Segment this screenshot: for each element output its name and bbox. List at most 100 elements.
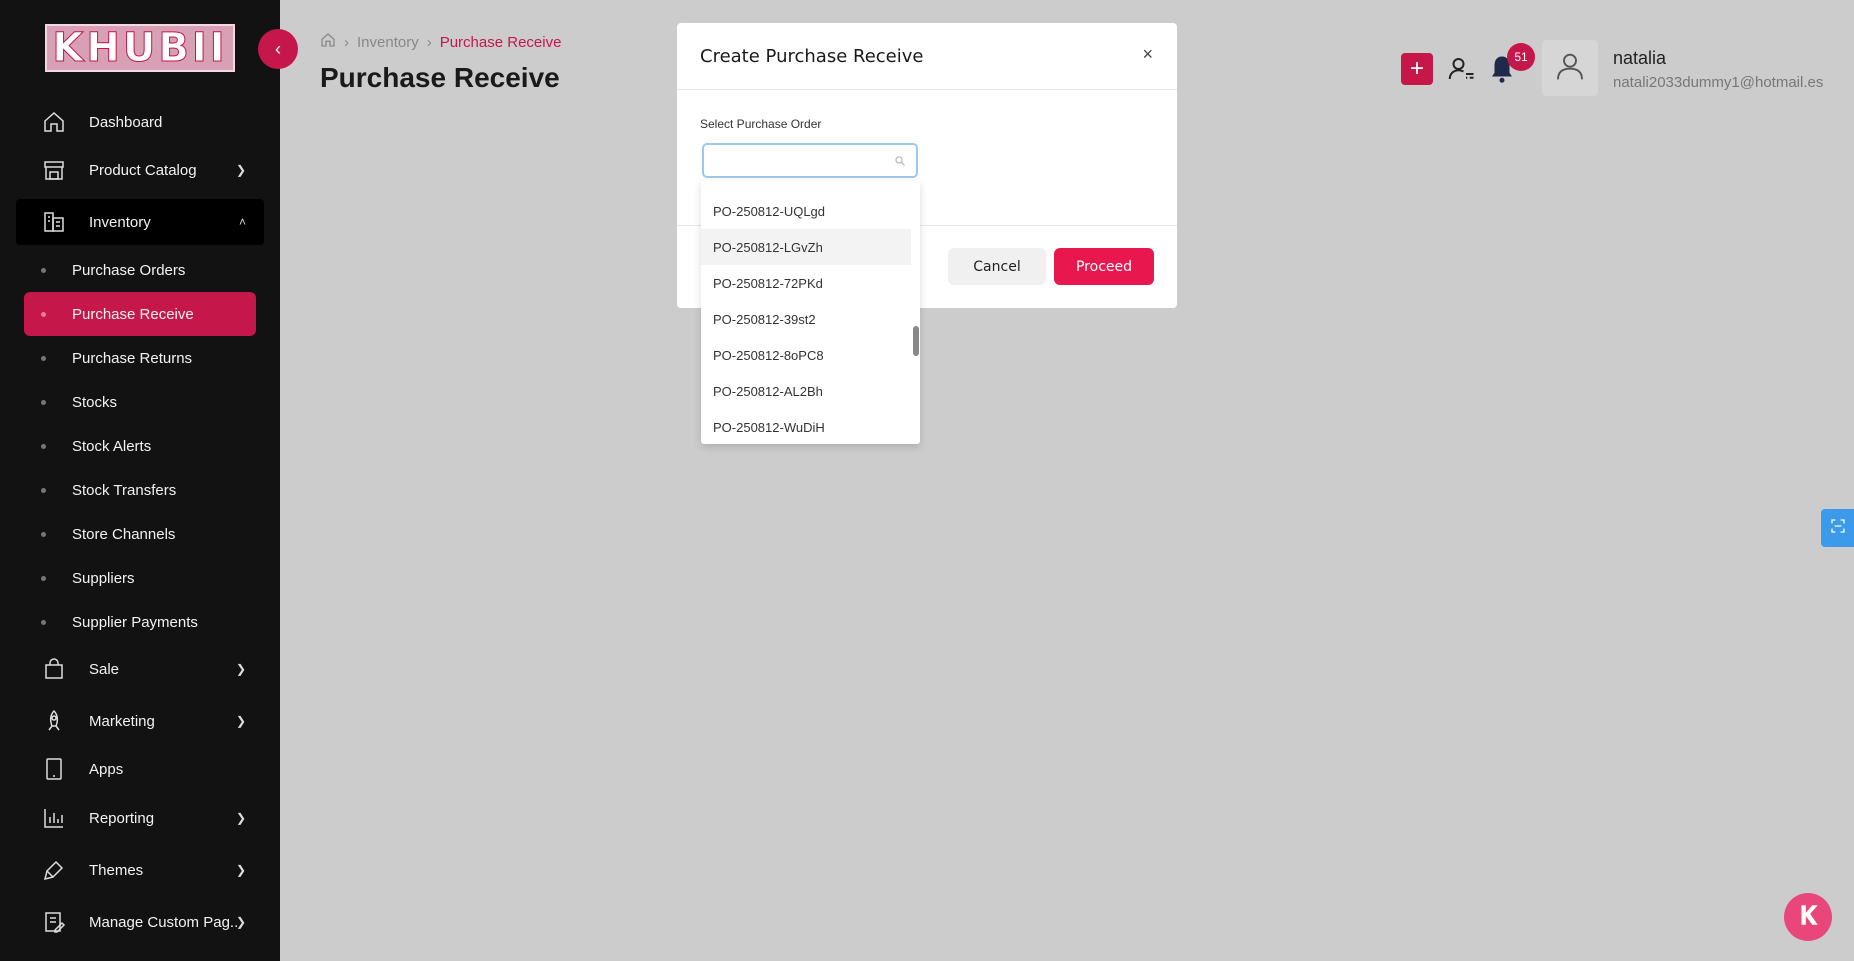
- search-icon: [894, 154, 906, 172]
- shopping-bag-icon: [42, 657, 66, 681]
- bullet-icon: [41, 575, 46, 581]
- sidebar-item-label: Apps: [89, 760, 124, 778]
- bar-chart-icon: [42, 806, 66, 830]
- sidebar-item-inventory[interactable]: Inventory ˄: [16, 199, 264, 245]
- chevron-down-icon: ❯: [235, 811, 246, 825]
- chevron-up-icon: ˄: [238, 215, 246, 229]
- dropdown-scrollbar[interactable]: [913, 326, 919, 356]
- purchase-order-dropdown: PO-250812-UQLgd PO-250812-LGvZh PO-25081…: [701, 181, 920, 444]
- sidebar-subitem-label: Purchase Receive: [72, 305, 194, 323]
- sidebar: KHUBII Dashboard Product Catalog ❯ Inven…: [0, 0, 280, 961]
- dropdown-option[interactable]: PO-250812-8oPC8: [701, 337, 911, 373]
- chevron-right-icon: ›: [426, 33, 432, 51]
- chevron-right-icon: ›: [344, 33, 349, 51]
- user-switch-icon[interactable]: [1446, 54, 1476, 84]
- breadcrumb-current: Purchase Receive: [439, 33, 562, 51]
- sidebar-subitem-label: Suppliers: [72, 569, 135, 587]
- sidebar-subitem-stocks[interactable]: Stocks: [24, 380, 256, 424]
- sidebar-item-dashboard[interactable]: Dashboard: [16, 99, 264, 145]
- dropdown-option[interactable]: PO-250812-WuDiH: [701, 409, 911, 444]
- sidebar-subitem-label: Supplier Payments: [72, 613, 198, 631]
- sidebar-item-sale[interactable]: Sale ❯: [16, 646, 264, 692]
- sidebar-subitem-purchase-orders[interactable]: Purchase Orders: [24, 248, 256, 292]
- proceed-button[interactable]: Proceed: [1054, 248, 1154, 285]
- sidebar-subitem-label: Stock Alerts: [72, 437, 152, 455]
- sidebar-subitem-suppliers[interactable]: Suppliers: [24, 556, 256, 600]
- tablet-icon: [42, 757, 66, 781]
- sidebar-item-apps[interactable]: Apps: [16, 746, 264, 792]
- sidebar-subitem-purchase-receive[interactable]: Purchase Receive: [24, 292, 256, 336]
- home-icon[interactable]: [320, 32, 336, 52]
- breadcrumb: › Inventory › Purchase Receive: [320, 32, 561, 52]
- khubii-assistant-button[interactable]: [1784, 893, 1832, 941]
- notification-badge: 51: [1507, 43, 1535, 71]
- sidebar-subitem-store-channels[interactable]: Store Channels: [24, 512, 256, 556]
- chevron-down-icon: ❯: [235, 863, 246, 877]
- sidebar-item-label: Dashboard: [89, 113, 163, 131]
- sidebar-subitem-label: Purchase Orders: [72, 261, 186, 279]
- sidebar-subitem-label: Store Channels: [72, 525, 176, 543]
- sidebar-subitem-stock-transfers[interactable]: Stock Transfers: [24, 468, 256, 512]
- sidebar-item-themes[interactable]: Themes ❯: [16, 847, 264, 893]
- brush-icon: [42, 858, 66, 882]
- sidebar-item-label: Product Catalog: [89, 161, 197, 179]
- bullet-icon: [41, 355, 46, 361]
- user-email: natali2033dummy1@hotmail.es: [1613, 74, 1824, 91]
- purchase-order-search-input[interactable]: [712, 145, 892, 175]
- sidebar-item-label: Sale: [89, 660, 120, 678]
- bullet-icon: [41, 443, 46, 449]
- bullet-icon: [41, 487, 46, 493]
- store-icon: [42, 158, 66, 182]
- user-icon: [1554, 50, 1586, 87]
- chevron-down-icon: ❯: [235, 163, 246, 177]
- chevron-down-icon: ❯: [235, 714, 246, 728]
- sidebar-subitem-label: Stock Transfers: [72, 481, 177, 499]
- sidebar-subitem-label: Stocks: [72, 393, 118, 411]
- fullscreen-toggle-button[interactable]: [1821, 509, 1854, 547]
- rocket-icon: [42, 709, 66, 733]
- sidebar-item-label: Reporting: [89, 809, 155, 827]
- sidebar-item-manage-custom-pages[interactable]: Manage Custom Pag.. ❯: [16, 899, 264, 945]
- sidebar-collapse-button[interactable]: ‹: [258, 29, 298, 69]
- sidebar-item-reporting[interactable]: Reporting ❯: [16, 795, 264, 841]
- chevron-down-icon: ❯: [235, 662, 246, 676]
- dropdown-option[interactable]: PO-250812-UQLgd: [701, 193, 911, 229]
- cancel-button[interactable]: Cancel: [948, 248, 1046, 285]
- dropdown-option[interactable]: PO-250812-LGvZh: [701, 229, 911, 265]
- user-name: natalia: [1613, 48, 1667, 68]
- sidebar-item-label: Marketing: [89, 712, 155, 730]
- sidebar-subitem-supplier-payments[interactable]: Supplier Payments: [24, 600, 256, 644]
- bullet-icon: [41, 311, 46, 317]
- inventory-icon: [42, 210, 66, 234]
- select-purchase-order-label: Select Purchase Order: [700, 117, 822, 131]
- brand-logo[interactable]: KHUBII: [45, 24, 235, 72]
- bullet-icon: [41, 619, 46, 625]
- logo-text: KHUBII: [52, 25, 228, 72]
- purchase-order-select[interactable]: [702, 143, 918, 178]
- dropdown-option[interactable]: PO-250812-AL2Bh: [701, 373, 911, 409]
- chevron-down-icon: ❯: [235, 915, 246, 929]
- close-icon[interactable]: ×: [1142, 44, 1153, 65]
- dropdown-option[interactable]: PO-250812-39st2: [701, 301, 911, 337]
- bullet-icon: [41, 399, 46, 405]
- breadcrumb-link-inventory[interactable]: Inventory: [357, 34, 419, 51]
- sidebar-item-marketing[interactable]: Marketing ❯: [16, 698, 264, 744]
- sidebar-subitem-stock-alerts[interactable]: Stock Alerts: [24, 424, 256, 468]
- sidebar-subitem-purchase-returns[interactable]: Purchase Returns: [24, 336, 256, 380]
- dropdown-option[interactable]: PO-250812-72PKd: [701, 265, 911, 301]
- modal-header: Create Purchase Receive: [677, 23, 1177, 90]
- page-title: Purchase Receive: [320, 62, 560, 93]
- document-edit-icon: [42, 910, 66, 934]
- sidebar-item-label: Manage Custom Pag..: [89, 913, 239, 931]
- sidebar-item-product-catalog[interactable]: Product Catalog ❯: [16, 147, 264, 193]
- home-icon: [42, 110, 66, 134]
- plus-icon: +: [1409, 55, 1424, 82]
- avatar[interactable]: [1542, 40, 1598, 96]
- bullet-icon: [41, 267, 46, 273]
- chevron-left-icon: ‹: [275, 38, 281, 59]
- quick-add-button[interactable]: +: [1401, 53, 1433, 85]
- bullet-icon: [41, 531, 46, 537]
- sidebar-item-label: Inventory: [89, 213, 151, 231]
- modal-title: Create Purchase Receive: [700, 45, 924, 67]
- expand-icon: [1830, 518, 1846, 539]
